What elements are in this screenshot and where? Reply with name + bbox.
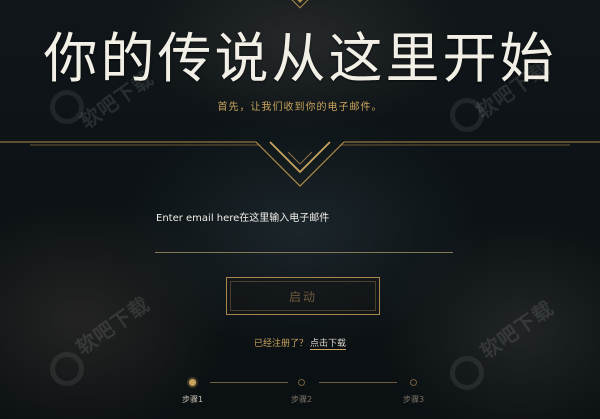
- chevron-core: [287, 151, 313, 165]
- already-registered-line: 已经注册了？ 点击下载: [0, 338, 600, 350]
- already-registered-text: 已经注册了？: [253, 339, 308, 349]
- email-label: Enter email here在这里输入电子邮件: [156, 213, 330, 224]
- chevron-inner: [269, 141, 331, 174]
- start-button[interactable]: 启动: [226, 277, 380, 315]
- step-connector-1: [210, 382, 288, 383]
- page-title: 你的传说从这里开始: [43, 27, 557, 90]
- step-1-label: 步骤1: [182, 395, 204, 404]
- watermark-logo-icon: [50, 352, 84, 386]
- step-3-label: 步骤3: [403, 395, 425, 404]
- start-button-label: 启动: [288, 289, 317, 304]
- step-3-dot: [410, 379, 417, 386]
- step-connector-2: [319, 382, 397, 383]
- page-subtitle: 首先，让我们收到你的电子邮件。: [217, 102, 383, 113]
- step-1-dot: [189, 379, 196, 386]
- step-2-label: 步骤2: [291, 395, 313, 404]
- watermark-logo-icon: [450, 356, 484, 390]
- step-2-dot: [298, 379, 305, 386]
- download-link[interactable]: 点击下载: [310, 339, 347, 350]
- email-input[interactable]: [155, 224, 453, 253]
- chevron-divider: [0, 141, 600, 187]
